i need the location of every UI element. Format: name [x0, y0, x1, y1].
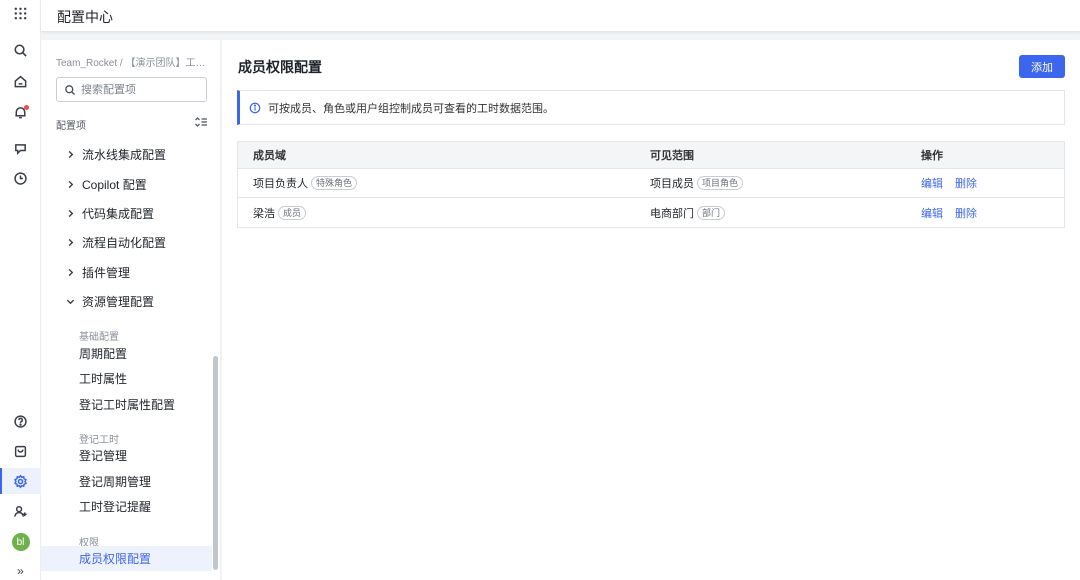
rocket-icon[interactable] [0, 136, 41, 162]
sidebar-scrollbar[interactable] [213, 356, 218, 570]
scope-name: 电商部门 [650, 207, 694, 220]
table-row: 项目负责人 特殊角色 项目成员 项目角色 编辑 删除 [238, 169, 1064, 198]
search-icon[interactable] [0, 37, 41, 63]
apps-grid-icon[interactable] [0, 0, 41, 26]
chevron-right-icon [68, 238, 74, 247]
bell-icon[interactable] [0, 99, 41, 125]
tree-item-plugins[interactable]: 插件管理 [41, 258, 213, 287]
home-icon[interactable] [0, 68, 41, 94]
chevron-right-icon [68, 209, 74, 218]
add-button[interactable]: 添加 [1019, 55, 1065, 78]
tree-item-label: 插件管理 [82, 266, 131, 280]
tree-item-label: 流水线集成配置 [82, 148, 167, 162]
table-row: 梁浩 成员 电商部门 部门 编辑 删除 [238, 198, 1064, 227]
actions-cell: 编辑 删除 [921, 198, 989, 227]
top-header: 配置中心 [41, 0, 1080, 32]
settings-icon[interactable] [0, 468, 41, 494]
inbox-icon[interactable] [0, 438, 41, 464]
search-box[interactable] [56, 77, 207, 102]
column-header-scope: 可见范围 [650, 150, 694, 162]
actions-cell: 编辑 删除 [921, 169, 989, 197]
search-input[interactable] [81, 83, 201, 96]
info-icon [249, 102, 261, 113]
search-icon [65, 84, 75, 95]
member-cell: 项目负责人 特殊角色 [253, 169, 358, 197]
tree-item-automation[interactable]: 流程自动化配置 [41, 228, 213, 257]
edit-link[interactable]: 编辑 [921, 175, 943, 191]
member-name: 梁浩 [253, 207, 275, 220]
tree-item-label: Copilot 配置 [82, 178, 147, 192]
leaf-log-reminder[interactable]: 工时登记提醒 [41, 494, 213, 519]
tree-item-pipeline[interactable]: 流水线集成配置 [41, 140, 213, 169]
app-title: 配置中心 [57, 9, 113, 25]
chevron-right-icon [68, 268, 74, 277]
delete-link[interactable]: 删除 [955, 175, 977, 191]
avatar[interactable]: bl [0, 529, 41, 555]
edit-link[interactable]: 编辑 [921, 205, 943, 221]
avatar-initials: bl [11, 533, 30, 551]
help-icon[interactable] [0, 408, 41, 434]
scope-cell: 电商部门 部门 [650, 198, 726, 227]
tree-item-code[interactable]: 代码集成配置 [41, 199, 213, 228]
leaf-cycle-config[interactable]: 周期配置 [41, 341, 213, 366]
leaf-member-permissions[interactable]: 成员权限配置 [41, 546, 212, 571]
member-type-tag: 成员 [278, 205, 307, 220]
info-notice: 可按成员、角色或用户组控制成员可查看的工时数据范围。 [237, 90, 1065, 125]
notification-dot [24, 105, 29, 110]
tree-item-label: 流程自动化配置 [82, 236, 167, 250]
chevron-right-icon [68, 180, 74, 189]
breadcrumb[interactable]: Team_Rocket / 【演示团队】工时... [56, 54, 206, 69]
leaf-log-cycle-management[interactable]: 登记周期管理 [41, 469, 213, 494]
tree-item-label: 代码集成配置 [82, 207, 155, 221]
member-name: 项目负责人 [253, 178, 308, 190]
icon-rail: bl » [0, 0, 41, 580]
leaf-worktime-attributes[interactable]: 工时属性 [41, 366, 213, 391]
member-cell: 梁浩 成员 [253, 198, 307, 227]
config-sidebar: Team_Rocket / 【演示团队】工时... 配置项 流水线集成配置 Co… [41, 40, 221, 580]
scope-type-tag: 部门 [697, 205, 726, 220]
main-panel: 成员权限配置 添加 可按成员、角色或用户组控制成员可查看的工时数据范围。 成员域… [222, 40, 1080, 580]
notice-text: 可按成员、角色或用户组控制成员可查看的工时数据范围。 [268, 102, 554, 115]
scope-name: 项目成员 [650, 178, 694, 190]
column-header-actions: 操作 [921, 150, 943, 162]
scope-cell: 项目成员 项目角色 [650, 169, 744, 197]
leaf-log-management[interactable]: 登记管理 [41, 443, 213, 468]
tree-item-label: 资源管理配置 [82, 295, 155, 309]
tree-item-resources[interactable]: 资源管理配置 [41, 287, 213, 316]
permissions-table: 成员域 可见范围 操作 项目负责人 特殊角色 项目成员 项目角色 编辑 删除 梁… [237, 141, 1065, 228]
expand-glyph: » [17, 564, 24, 578]
expand-icon[interactable]: » [0, 558, 41, 580]
column-header-member: 成员域 [253, 150, 286, 162]
sort-toggle-icon[interactable] [194, 116, 208, 128]
add-user-icon[interactable] [0, 498, 41, 524]
member-type-tag: 特殊角色 [311, 176, 358, 190]
page-title: 成员权限配置 [238, 59, 322, 75]
table-header: 成员域 可见范围 操作 [238, 142, 1064, 169]
scope-type-tag: 项目角色 [697, 176, 744, 190]
tree-item-copilot[interactable]: Copilot 配置 [41, 170, 213, 199]
clock-icon[interactable] [0, 165, 41, 191]
chevron-down-icon [66, 299, 75, 305]
section-label: 配置项 [56, 121, 86, 132]
delete-link[interactable]: 删除 [955, 205, 977, 221]
chevron-right-icon [68, 150, 74, 159]
leaf-log-attributes-config[interactable]: 登记工时属性配置 [41, 392, 213, 417]
